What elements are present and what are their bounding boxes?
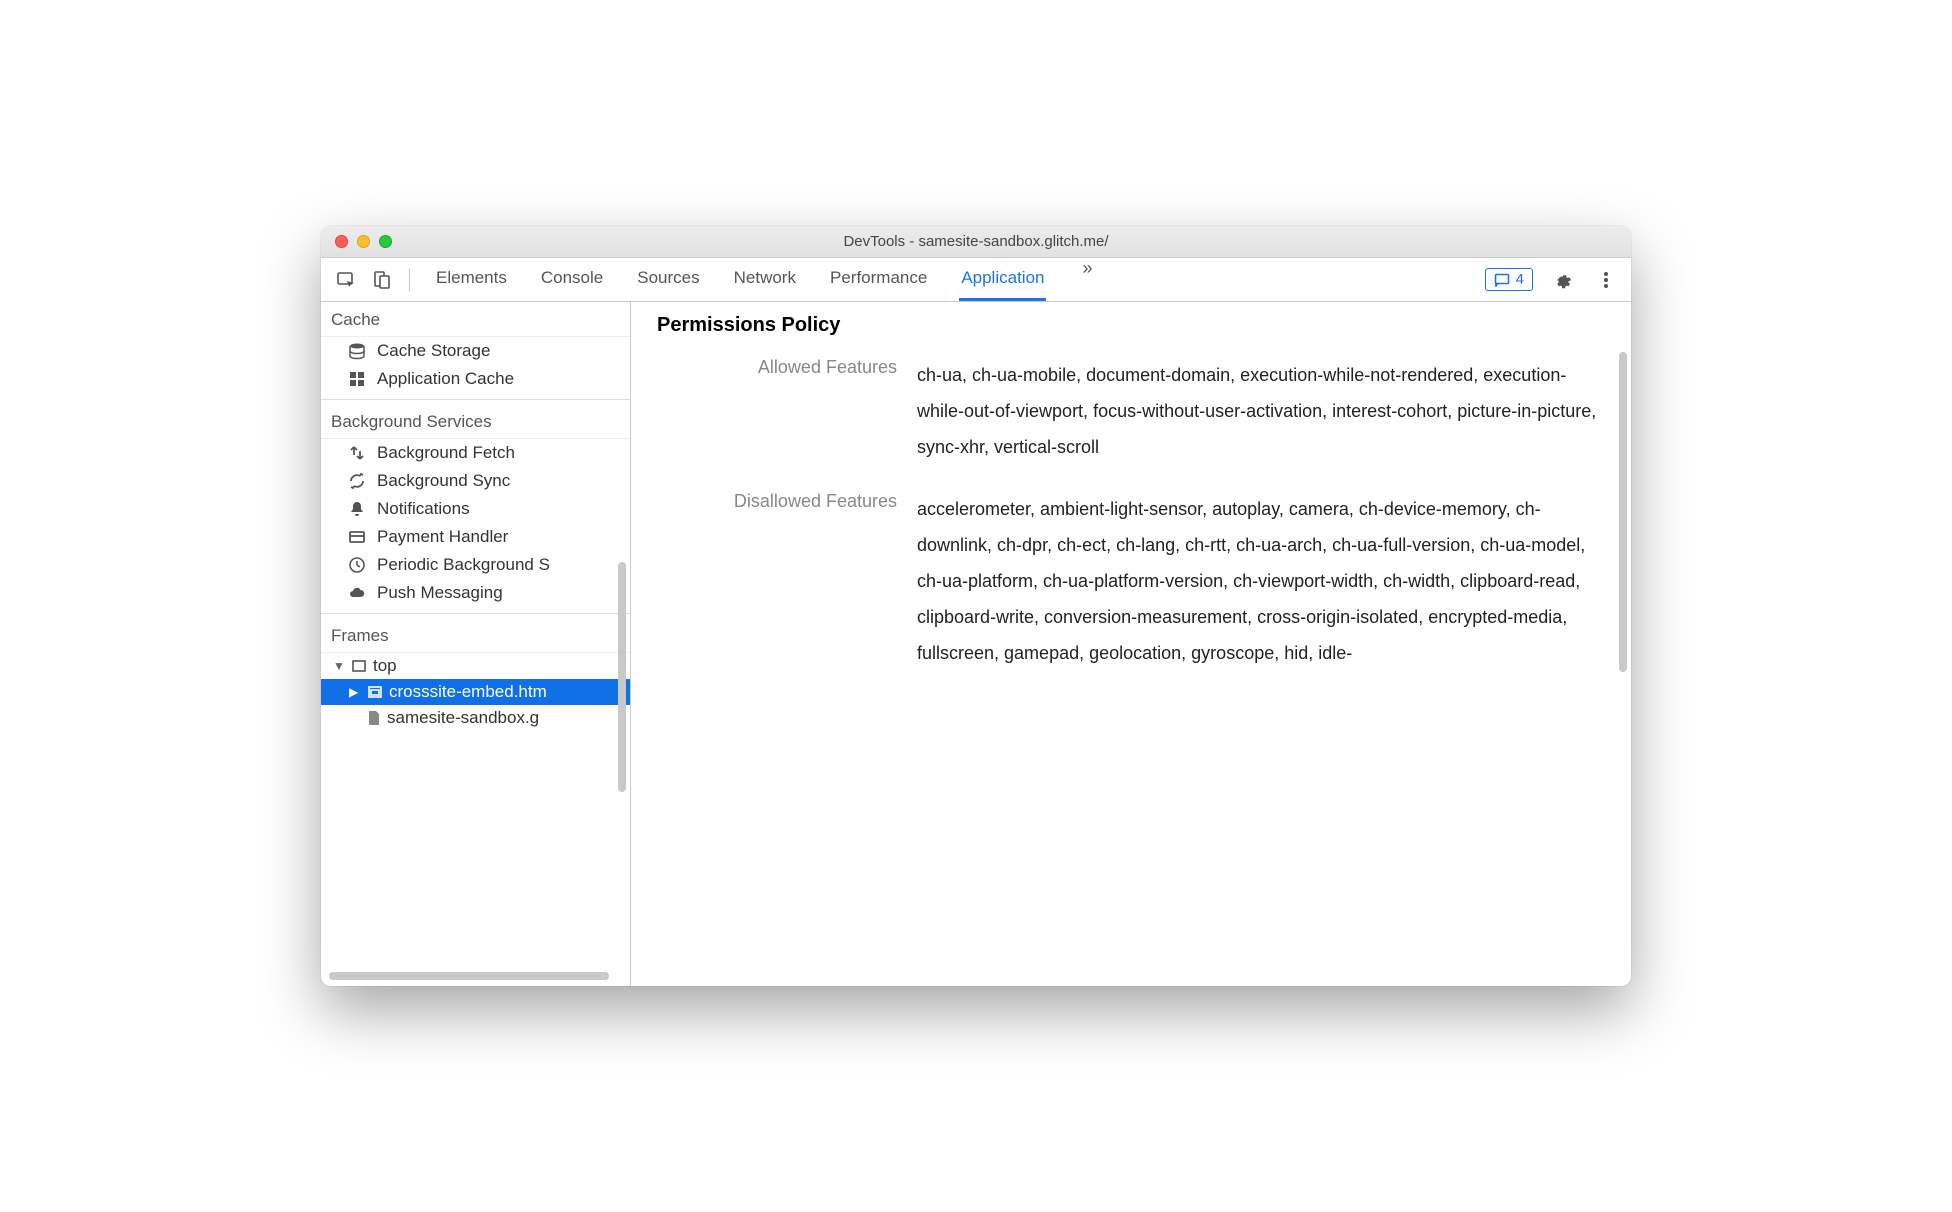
tab-console[interactable]: Console [539,258,605,301]
device-toolbar-icon[interactable] [367,265,397,295]
window-title: DevTools - samesite-sandbox.glitch.me/ [321,233,1631,250]
main-panel: Permissions Policy Allowed Features ch-u… [631,302,1631,986]
devtools-body: Cache Cache Storage Application Cache Ba… [321,302,1631,986]
section-header-background-services: Background Services [321,406,630,439]
bg-sync-icon [347,471,367,491]
row-label: Disallowed Features [657,491,897,671]
toolbar-right: 4 [1485,265,1621,295]
bell-icon [347,499,367,519]
section-separator [321,613,630,614]
sidebar-item-label: Push Messaging [377,583,503,603]
section-header-cache: Cache [321,302,630,337]
row-label: Allowed Features [657,357,897,465]
frame-icon [351,658,367,674]
tree-label: top [373,656,397,676]
main-heading: Permissions Policy [657,314,1605,337]
tab-elements[interactable]: Elements [434,258,509,301]
section-separator [321,399,630,400]
card-icon [347,527,367,547]
devtools-toolbar: Elements Console Sources Network Perform… [321,258,1631,302]
toolbar-separator [409,268,410,292]
app-cache-icon [347,369,367,389]
inspect-element-icon[interactable] [331,265,361,295]
cloud-icon [347,583,367,603]
sidebar-item-push-messaging[interactable]: Push Messaging [321,579,630,607]
section-header-frames: Frames [321,620,630,653]
frame-tree-top[interactable]: ▼ top [321,653,630,679]
close-window-button[interactable] [335,235,348,248]
sidebar-scrollbar[interactable] [618,562,626,792]
sidebar-item-cache-storage[interactable]: Cache Storage [321,337,630,365]
tree-label: crosssite-embed.htm [389,682,547,702]
clock-icon [347,555,367,575]
sidebar-item-label: Application Cache [377,369,514,389]
sidebar-item-label: Periodic Background S [377,555,550,575]
sidebar-item-label: Cache Storage [377,341,490,361]
tabs: Elements Console Sources Network Perform… [434,258,1479,301]
minimize-window-button[interactable] [357,235,370,248]
cache-storage-icon [347,341,367,361]
sidebar-item-application-cache[interactable]: Application Cache [321,365,630,393]
application-sidebar[interactable]: Cache Cache Storage Application Cache Ba… [321,302,631,986]
issues-count: 4 [1516,271,1524,288]
sidebar-item-periodic-background-sync[interactable]: Periodic Background S [321,551,630,579]
sidebar-h-scrollbar[interactable] [329,972,609,980]
bg-fetch-icon [347,443,367,463]
main-scrollbar[interactable] [1619,352,1627,672]
tab-application[interactable]: Application [959,258,1046,301]
sidebar-item-label: Notifications [377,499,470,519]
frame-tree-samesite-sandbox[interactable]: samesite-sandbox.g [321,705,630,731]
sidebar-item-label: Payment Handler [377,527,508,547]
tree-arrow-icon[interactable]: ▶ [349,685,361,699]
sidebar-item-label: Background Sync [377,471,510,491]
tree-arrow-icon[interactable]: ▼ [333,659,345,673]
devtools-window: DevTools - samesite-sandbox.glitch.me/ E… [321,226,1631,986]
frame-tree-crosssite-embed[interactable]: ▶ crosssite-embed.htm [321,679,630,705]
tab-sources[interactable]: Sources [635,258,701,301]
tab-network[interactable]: Network [732,258,798,301]
sidebar-item-background-sync[interactable]: Background Sync [321,467,630,495]
sidebar-item-payment-handler[interactable]: Payment Handler [321,523,630,551]
issues-icon [1494,273,1510,287]
row-value: accelerometer, ambient-light-sensor, aut… [917,491,1605,671]
settings-icon[interactable] [1547,265,1577,295]
more-menu-icon[interactable] [1591,265,1621,295]
titlebar: DevTools - samesite-sandbox.glitch.me/ [321,226,1631,258]
maximize-window-button[interactable] [379,235,392,248]
iframe-icon [367,684,383,700]
issues-button[interactable]: 4 [1485,268,1533,291]
sidebar-item-notifications[interactable]: Notifications [321,495,630,523]
sidebar-item-label: Background Fetch [377,443,515,463]
row-value: ch-ua, ch-ua-mobile, document-domain, ex… [917,357,1605,465]
tabs-overflow-button[interactable]: » [1076,258,1098,301]
traffic-lights [321,235,392,248]
tab-performance[interactable]: Performance [828,258,929,301]
perm-row-disallowed: Disallowed Features accelerometer, ambie… [657,491,1605,671]
doc-icon [367,710,381,726]
tree-label: samesite-sandbox.g [387,708,539,728]
perm-row-allowed: Allowed Features ch-ua, ch-ua-mobile, do… [657,357,1605,465]
sidebar-item-background-fetch[interactable]: Background Fetch [321,439,630,467]
